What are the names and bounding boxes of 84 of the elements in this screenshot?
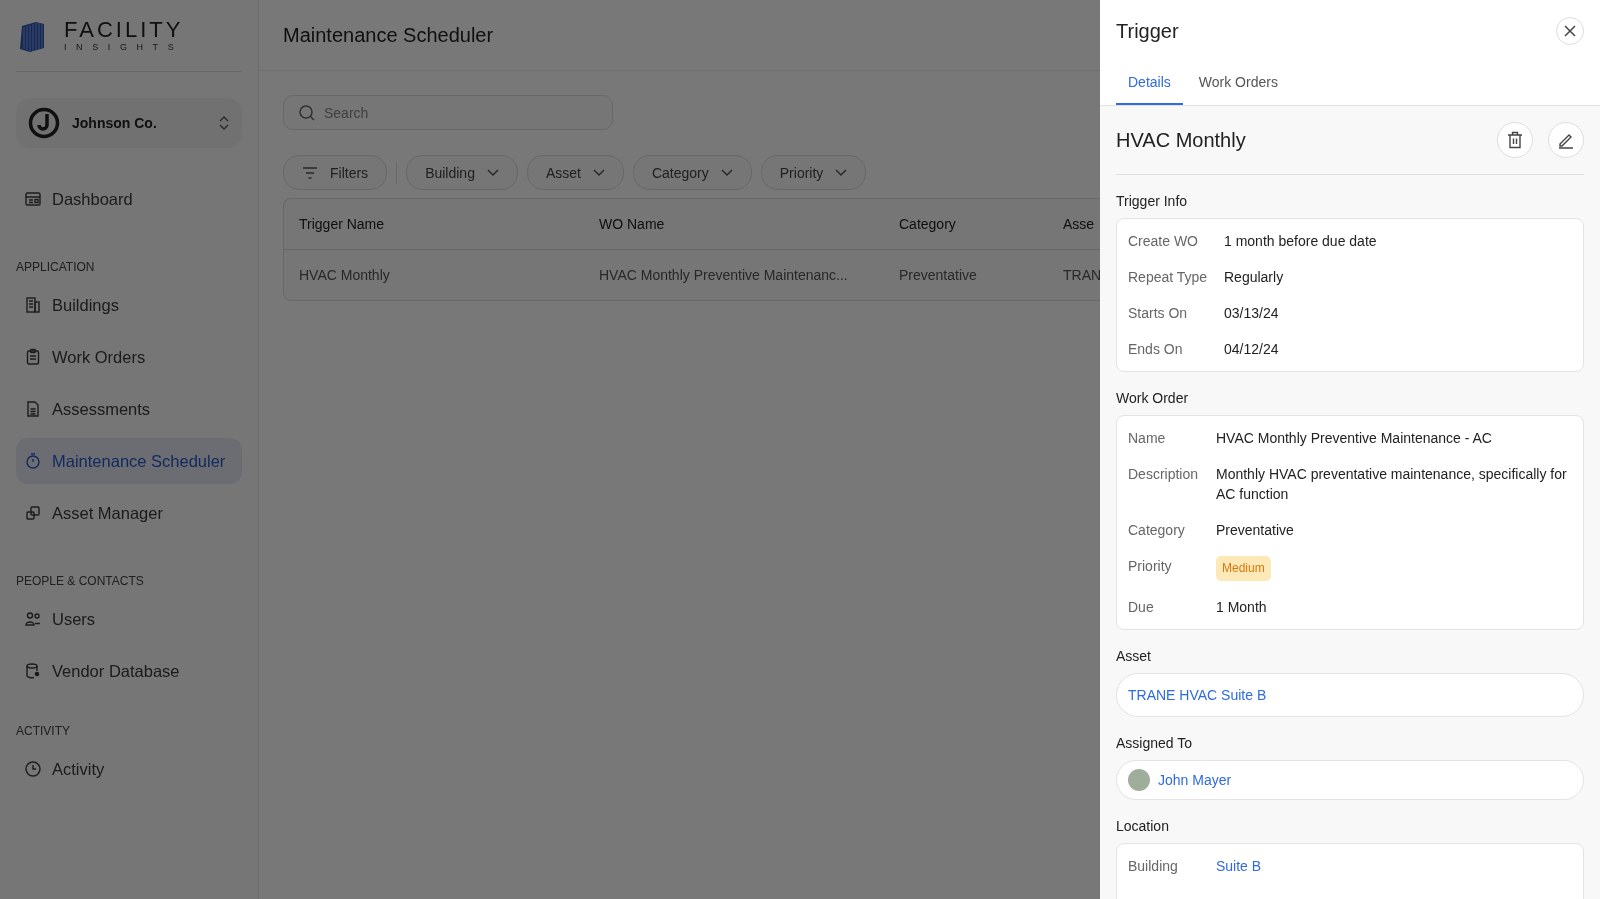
organization-selector[interactable]: Johnson Co. xyxy=(16,98,242,148)
field-label: Name xyxy=(1128,429,1167,448)
chevron-down-icon xyxy=(835,168,848,177)
nav-item[interactable]: Dashboard xyxy=(16,176,242,222)
nav-item[interactable]: Maintenance Scheduler xyxy=(16,438,242,484)
filter-dropdown[interactable]: Building xyxy=(406,155,518,190)
table-cell-text: Preventative xyxy=(899,267,978,283)
field-value: 04/12/24 xyxy=(1224,340,1279,359)
building-icon xyxy=(24,296,42,314)
nav-item[interactable]: Work Orders xyxy=(16,334,242,380)
clock-icon xyxy=(24,760,42,778)
boxes-icon xyxy=(24,504,42,522)
field-value: Monthly HVAC preventative maintenance, specifically for AC function xyxy=(1216,465,1568,504)
edit-button[interactable] xyxy=(1548,122,1584,158)
stopwatch-icon xyxy=(24,452,42,470)
nav-item[interactable]: Buildings xyxy=(16,282,242,328)
trigger-name: HVAC Monthly xyxy=(1116,128,1247,152)
nav-item[interactable]: Asset Manager xyxy=(16,490,242,536)
column-header: Trigger Name xyxy=(299,216,386,232)
users-icon xyxy=(24,610,42,628)
chevron-down-icon xyxy=(720,168,733,177)
database-user-icon xyxy=(24,662,42,680)
asset-link[interactable]: TRANE HVAC Suite B xyxy=(1128,687,1267,703)
organization-logo-icon xyxy=(28,107,60,139)
field-value: 1 Month xyxy=(1216,598,1267,617)
field-label: Due xyxy=(1128,598,1155,617)
search-icon xyxy=(298,104,316,122)
nav-item[interactable]: Vendor Database xyxy=(16,648,242,694)
panel-title: Trigger xyxy=(1116,19,1179,43)
field-label: Building xyxy=(1128,857,1179,876)
close-icon xyxy=(1564,25,1576,37)
close-button[interactable] xyxy=(1556,17,1584,45)
field-value: 03/13/24 xyxy=(1224,304,1279,323)
column-header: Category xyxy=(899,216,957,232)
tab[interactable]: Details xyxy=(1116,62,1183,105)
clipboard-icon xyxy=(24,348,42,366)
field-value: 1 month before due date xyxy=(1224,232,1377,251)
table-row[interactable]: HVAC Monthly HVAC Monthly Preventive Maintenanc... Preventative TRAN xyxy=(284,250,1102,300)
dashboard-icon xyxy=(24,190,42,208)
delete-button[interactable] xyxy=(1497,122,1533,158)
field-label: Create WO xyxy=(1128,232,1199,251)
section-heading: Work Order xyxy=(1116,390,1190,406)
field-value: HVAC Monthly Preventive Maintenance - AC xyxy=(1216,429,1492,448)
nav-item[interactable]: Users xyxy=(16,596,242,642)
field-label: Description xyxy=(1128,465,1200,484)
filter-dropdown[interactable]: Priority xyxy=(760,155,867,190)
logo-subtitle: INSIGHTS xyxy=(64,43,184,52)
section-heading: ACTIVITY xyxy=(16,724,71,738)
tab[interactable]: Work Orders xyxy=(1186,62,1290,105)
table-cell: TRAN xyxy=(1063,267,1099,283)
priority-badge: Medium xyxy=(1216,556,1271,581)
avatar-placeholder xyxy=(1128,769,1150,791)
chevron-down-icon xyxy=(592,168,605,177)
section-heading: APPLICATION xyxy=(16,260,96,274)
trash-icon xyxy=(1507,131,1523,149)
column-header: Asse xyxy=(1063,216,1096,232)
section-heading: Assigned To xyxy=(1116,735,1193,751)
field-label: Repeat Type xyxy=(1128,268,1209,287)
logo-title: FACILITY xyxy=(64,19,184,41)
chevron-down-icon xyxy=(486,168,499,177)
table-cell-text: HVAC Monthly Preventive Maintenanc... xyxy=(599,267,849,283)
section-heading: PEOPLE & CONTACTS xyxy=(16,574,145,588)
filters-button[interactable]: Filters xyxy=(283,155,388,190)
assignee-link[interactable]: John Mayer xyxy=(1158,772,1232,788)
filter-dropdown[interactable]: Asset xyxy=(526,155,624,190)
field-label: Starts On xyxy=(1128,304,1189,323)
column-header: WO Name xyxy=(599,216,666,232)
field-label: Category xyxy=(1128,521,1186,540)
page-title: Maintenance Scheduler xyxy=(283,23,494,47)
section-heading: Asset xyxy=(1116,648,1152,664)
filter-icon xyxy=(302,166,318,179)
field-link[interactable]: Suite B xyxy=(1216,856,1262,876)
filter-dropdown[interactable]: Category xyxy=(632,155,752,190)
chevron-up-down-icon xyxy=(218,115,230,131)
document-icon xyxy=(24,400,42,418)
nav-item[interactable]: Assessments xyxy=(16,386,242,432)
nav-item[interactable]: Activity xyxy=(16,746,242,792)
field-value: Regularly xyxy=(1224,268,1284,287)
section-heading: Location xyxy=(1116,818,1170,834)
field-label: Priority xyxy=(1128,557,1173,576)
table-cell-text: HVAC Monthly xyxy=(299,267,391,283)
field-label: Ends On xyxy=(1128,340,1184,359)
field-value: Preventative xyxy=(1216,521,1294,540)
section-heading: Trigger Info xyxy=(1116,193,1189,209)
